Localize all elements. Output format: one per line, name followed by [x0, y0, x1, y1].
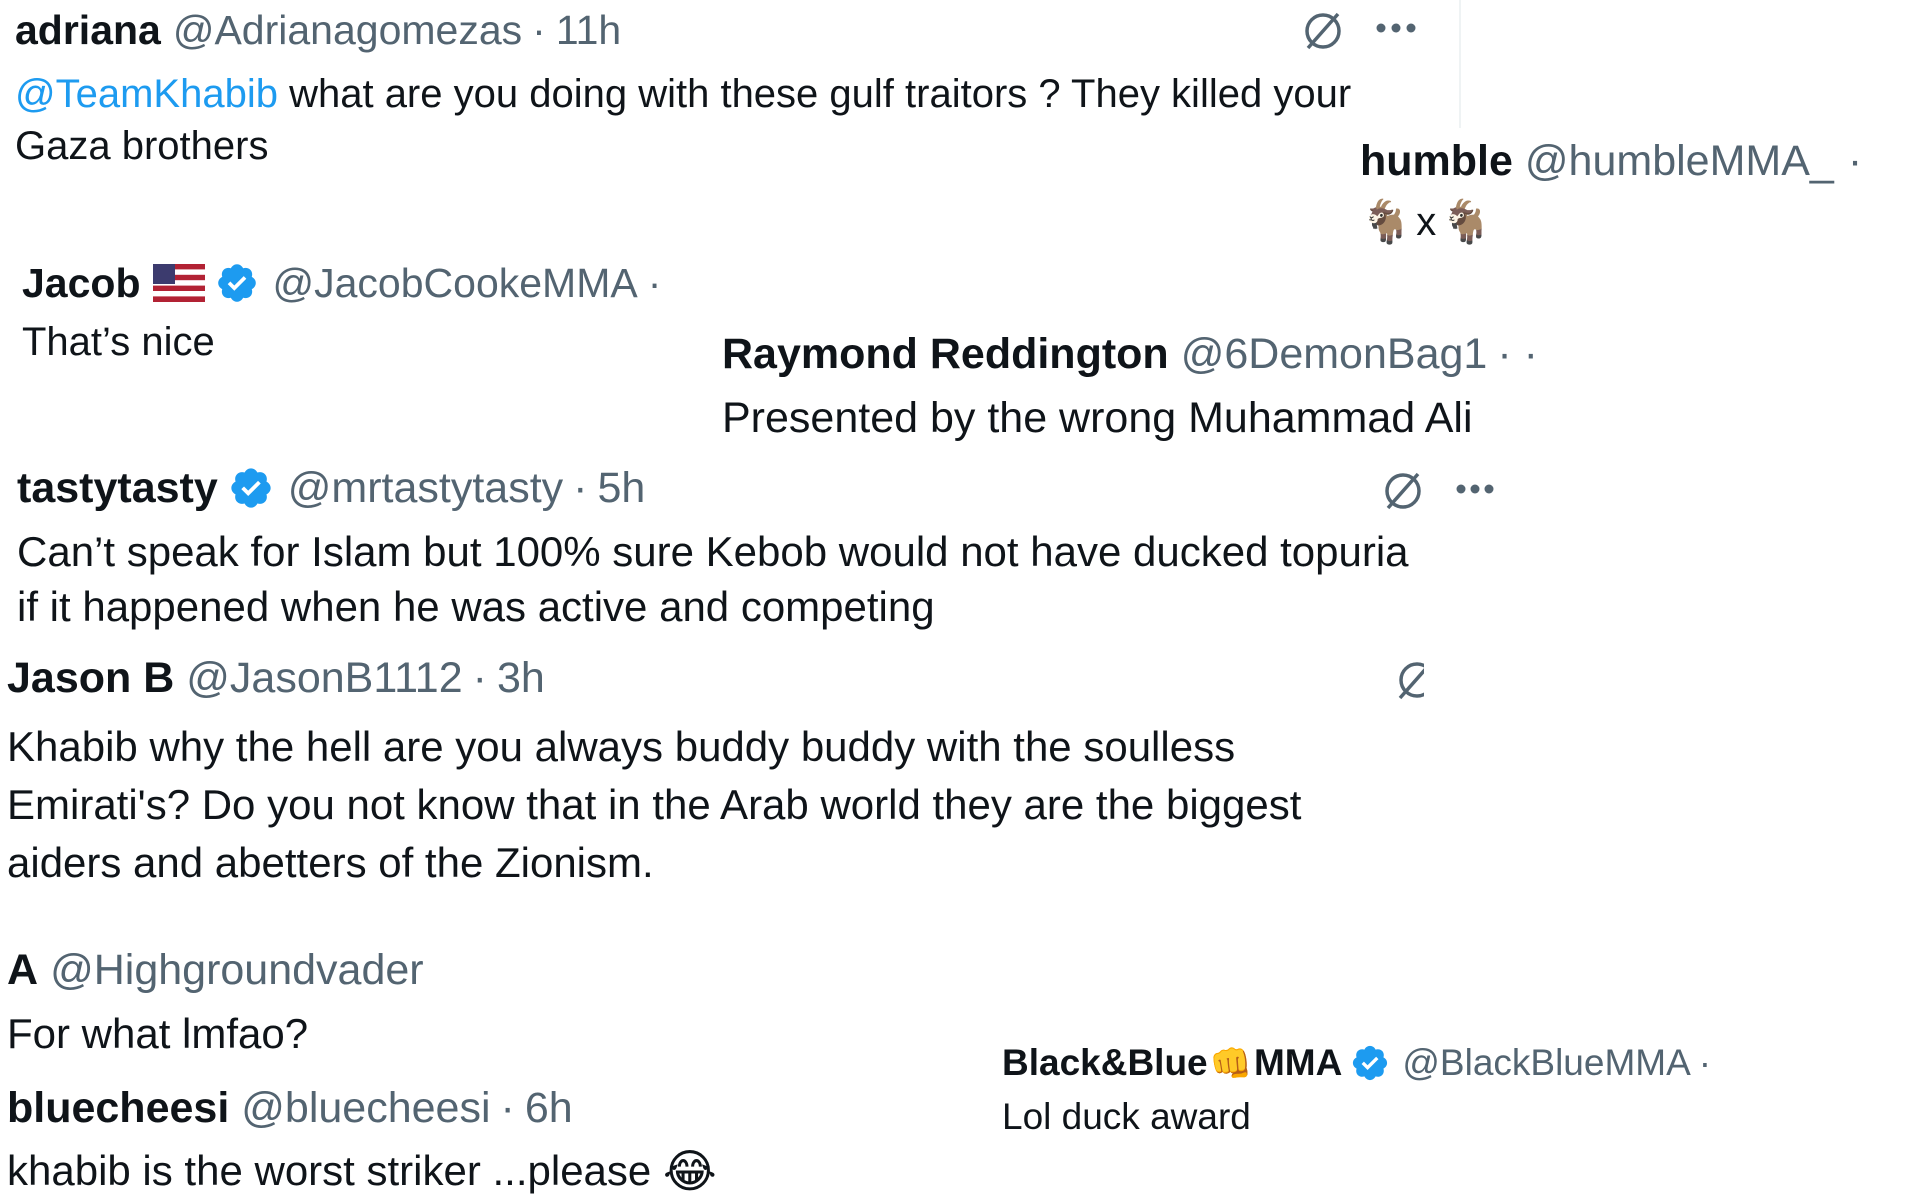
author-name[interactable]: Jacob	[22, 260, 141, 307]
tweet-black-blue-mma[interactable]: Black&Blue👊MMA @BlackBlueMMA · Lol duck …	[1002, 1040, 1711, 1138]
timestamp[interactable]: 3h	[497, 654, 545, 703]
goat-emoji-left: 🐐	[1360, 198, 1413, 245]
tweet-text: Lol duck award	[1002, 1096, 1251, 1137]
author-handle[interactable]: @Highgroundvader	[50, 946, 424, 995]
tweet-text-line2: Emirati's? Do you not know that in the A…	[7, 781, 1302, 828]
tweet-humble[interactable]: humble @humbleMMA_ · 🐐 x 🐐	[1360, 136, 1862, 247]
tweet-text-line1: khabib is the worst striker ...please	[7, 1147, 663, 1194]
author-name[interactable]: tastytasty	[17, 464, 218, 513]
author-name[interactable]: A	[7, 946, 38, 995]
separator-dot: ·	[573, 463, 588, 512]
tweet-text-line1: Khabib why the hell are you always buddy…	[7, 723, 1236, 770]
timestamp[interactable]: 11h	[556, 7, 621, 54]
grok-icon[interactable]	[1380, 468, 1426, 514]
fist-emoji: 👊	[1209, 1045, 1252, 1083]
tears-of-joy-emoji: 😂	[662, 1145, 717, 1197]
author-handle[interactable]: @JasonB1112	[186, 654, 462, 703]
author-name[interactable]: Raymond Reddington	[722, 330, 1169, 379]
verified-badge-icon[interactable]	[215, 261, 259, 305]
author-name[interactable]: humble	[1360, 137, 1513, 186]
author-name[interactable]: adriana	[15, 7, 161, 54]
author-handle[interactable]: @humbleMMA_	[1525, 137, 1834, 186]
timestamp[interactable]: 5h	[598, 464, 646, 513]
more-icon[interactable]	[1456, 483, 1494, 495]
column-divider	[1459, 0, 1461, 128]
separator-dot: ·	[472, 653, 487, 702]
separator-dot: ·	[1698, 1042, 1712, 1083]
tweet-a[interactable]: A @Highgroundvader For what lmfao?	[7, 944, 424, 1058]
author-name-part2: MMA	[1253, 1042, 1343, 1083]
separator-dot: · ·	[1497, 329, 1538, 378]
author-handle[interactable]: @bluecheesi	[241, 1084, 490, 1133]
tweet-jacob[interactable]: Jacob @JacobCookeMMA · That’s nice	[22, 258, 661, 365]
separator-dot: ·	[647, 259, 662, 306]
tweet-text: Khabib why the hell are you always buddy…	[7, 718, 1301, 892]
tweet-text: Can’t speak for Islam but 100% sure Kebo…	[17, 524, 1409, 634]
tweet-text: For what lmfao?	[7, 1010, 309, 1057]
author-handle[interactable]: @BlackBlueMMA	[1402, 1042, 1690, 1084]
verified-badge-icon[interactable]	[1350, 1043, 1390, 1083]
tweet-text-line1: Can’t speak for Islam but 100% sure Kebo…	[17, 528, 1409, 575]
author-name[interactable]: bluecheesi	[7, 1084, 229, 1133]
tweet-text: @TeamKhabib what are you doing with thes…	[15, 68, 1351, 172]
grok-icon[interactable]	[1394, 656, 1424, 704]
separator-dot: ·	[532, 6, 546, 53]
author-handle[interactable]: @mrtastytasty	[288, 464, 563, 513]
tweet-tastytasty[interactable]: tastytasty @mrtastytasty · 5h Can’t spea…	[17, 462, 1409, 634]
separator-dot: ·	[1847, 136, 1863, 185]
tweet-text-x: x	[1416, 200, 1437, 244]
tweet-text-line3: aiders and abetters of the Zionism.	[7, 839, 654, 886]
tweet-text-line2: if it happened when he was active and co…	[17, 583, 935, 630]
timestamp[interactable]: 6h	[525, 1084, 573, 1133]
tweet-text: Presented by the wrong Muhammad Ali	[722, 394, 1473, 442]
tweet-jason-b[interactable]: Jason B @JasonB1112 · 3h Khabib why the …	[7, 652, 1301, 892]
verified-badge-icon[interactable]	[228, 465, 274, 511]
tweet-text: That’s nice	[22, 320, 215, 364]
tweet-text: khabib is the worst striker ...please 😂	[7, 1144, 717, 1198]
author-name-part1: Black&Blue	[1002, 1042, 1208, 1083]
grok-icon[interactable]	[1300, 8, 1346, 54]
mention-link[interactable]: @TeamKhabib	[15, 72, 278, 116]
tweet-adriana[interactable]: adriana @Adrianagomezas · 11h @TeamKhabi…	[15, 6, 1351, 172]
author-name[interactable]: Black&Blue👊MMA	[1002, 1042, 1342, 1084]
separator-dot: ·	[500, 1083, 515, 1132]
goat-emoji-right: 🐐	[1440, 198, 1493, 245]
author-handle[interactable]: @JacobCookeMMA	[273, 260, 638, 307]
tweet-bluecheesi[interactable]: bluecheesi @bluecheesi · 6h khabib is th…	[7, 1082, 717, 1198]
us-flag-icon	[152, 264, 205, 302]
more-icon[interactable]	[1375, 22, 1417, 34]
author-name[interactable]: Jason B	[7, 654, 174, 703]
author-handle[interactable]: @Adrianagomezas	[173, 7, 522, 54]
tweet-text: 🐐 x 🐐	[1360, 198, 1862, 247]
tweet-raymond-reddington[interactable]: Raymond Reddington @6DemonBag1 · · Prese…	[722, 328, 1538, 443]
tweet-text-line2: Gaza brothers	[15, 124, 269, 168]
author-handle[interactable]: @6DemonBag1	[1181, 330, 1488, 379]
tweet-text-line1: what are you doing with these gulf trait…	[277, 72, 1352, 116]
